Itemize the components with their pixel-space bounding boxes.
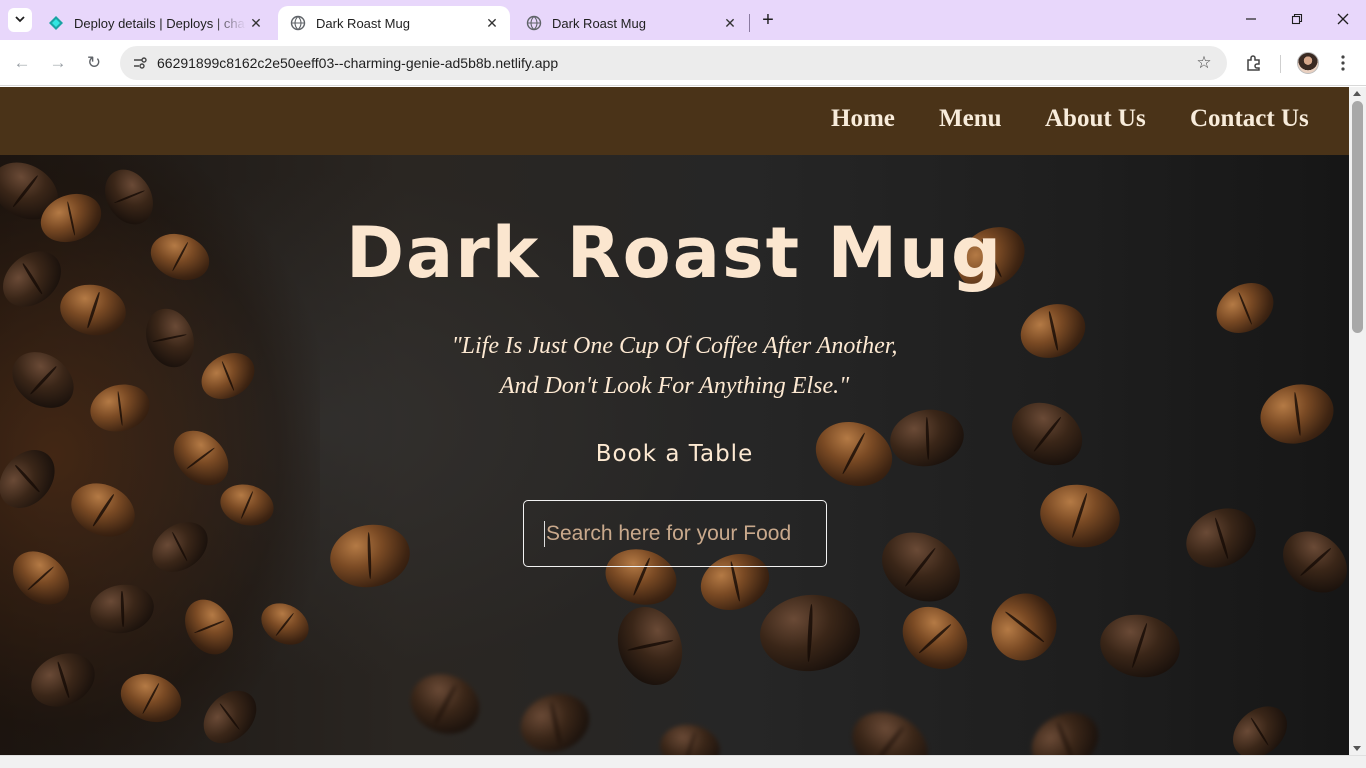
nav-home-link[interactable]: Home bbox=[831, 105, 895, 133]
scroll-up-arrow-icon[interactable] bbox=[1353, 91, 1361, 96]
globe-icon bbox=[290, 15, 306, 31]
close-window-button[interactable] bbox=[1320, 0, 1366, 40]
address-bar[interactable]: 66291899c8162c2e50eeff03--charming-genie… bbox=[120, 46, 1227, 80]
forward-button[interactable]: → bbox=[44, 49, 72, 77]
tab-title: Dark Roast Mug bbox=[552, 15, 646, 31]
browser-toolbar: ← → ↻ 66291899c8162c2e50eeff03--charming… bbox=[0, 40, 1366, 86]
browser-tab-strip: Deploy details | Deploys | charming-geni… bbox=[0, 0, 1366, 40]
netlify-icon bbox=[48, 15, 64, 31]
nav-contact-link[interactable]: Contact Us bbox=[1190, 105, 1309, 133]
tab-deploy-details[interactable]: Deploy details | Deploys | charming-geni… bbox=[36, 6, 274, 40]
globe-icon bbox=[526, 15, 542, 31]
tab-dark-roast-mug-active[interactable]: Dark Roast Mug ✕ bbox=[278, 6, 510, 40]
text-caret bbox=[544, 521, 545, 547]
back-button[interactable]: ← bbox=[8, 49, 36, 77]
close-tab-icon[interactable]: ✕ bbox=[246, 13, 266, 33]
extensions-icon[interactable] bbox=[1240, 49, 1268, 77]
arrow-right-icon: → bbox=[49, 53, 67, 72]
tab-title: Deploy details | Deploys | charming-geni… bbox=[74, 15, 246, 31]
hero-section: Dark Roast Mug "Life Is Just One Cup Of … bbox=[0, 155, 1349, 755]
food-search-input[interactable] bbox=[523, 500, 827, 567]
tab-title: Dark Roast Mug bbox=[316, 15, 410, 31]
restore-button[interactable] bbox=[1274, 0, 1320, 40]
minimize-icon bbox=[1245, 12, 1257, 28]
vertical-scrollbar[interactable] bbox=[1349, 87, 1366, 755]
hero-quote-line-2: And Don't Look For Anything Else." bbox=[499, 373, 850, 399]
close-icon bbox=[1337, 12, 1349, 28]
new-tab-button[interactable]: + bbox=[756, 8, 780, 32]
arrow-left-icon: ← bbox=[13, 53, 31, 72]
tab-dark-roast-mug[interactable]: Dark Roast Mug ✕ bbox=[514, 6, 748, 40]
plus-icon: + bbox=[762, 8, 774, 31]
site-header: Home Menu About Us Contact Us bbox=[0, 87, 1349, 155]
restore-icon bbox=[1291, 12, 1303, 28]
tab-search-button[interactable] bbox=[8, 8, 32, 32]
book-table-link[interactable]: Book a Table bbox=[0, 441, 1349, 467]
more-menu-icon[interactable] bbox=[1329, 49, 1357, 77]
reload-icon: ↻ bbox=[86, 53, 102, 72]
nav-menu-link[interactable]: Menu bbox=[939, 105, 1002, 133]
profile-avatar[interactable] bbox=[1297, 52, 1319, 74]
scrollbar-thumb[interactable] bbox=[1352, 101, 1363, 333]
minimize-button[interactable] bbox=[1228, 0, 1274, 40]
scroll-down-arrow-icon[interactable] bbox=[1353, 746, 1361, 751]
reload-button[interactable]: ↻ bbox=[80, 49, 108, 77]
url-text[interactable]: 66291899c8162c2e50eeff03--charming-genie… bbox=[157, 55, 558, 71]
nav-about-link[interactable]: About Us bbox=[1045, 105, 1146, 133]
horizontal-scrollbar[interactable] bbox=[0, 755, 1366, 768]
close-tab-icon[interactable]: ✕ bbox=[720, 13, 740, 33]
tab-divider bbox=[749, 14, 750, 32]
hero-quote-line-1: "Life Is Just One Cup Of Coffee After An… bbox=[451, 333, 898, 359]
bookmark-star-icon[interactable]: ☆ bbox=[1193, 52, 1215, 74]
page-viewport: Home Menu About Us Contact Us Dark Roast… bbox=[0, 87, 1349, 755]
site-info-icon[interactable] bbox=[128, 51, 152, 75]
close-tab-icon[interactable]: ✕ bbox=[482, 13, 502, 33]
hero-title: Dark Roast Mug bbox=[345, 212, 1004, 294]
toolbar-divider bbox=[1280, 55, 1281, 73]
chevron-down-icon bbox=[14, 13, 26, 28]
